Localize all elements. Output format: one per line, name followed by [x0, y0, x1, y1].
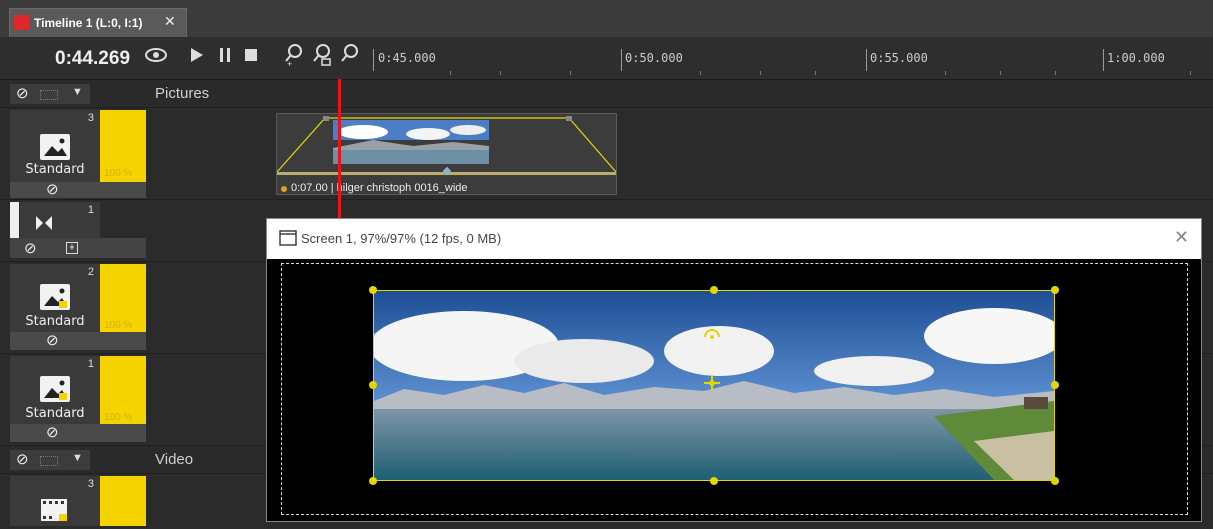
screen-titlebar[interactable]: Screen 1, 97%/97% (12 fps, 0 MB) ✕: [267, 219, 1201, 259]
picture-track-icon: [40, 376, 70, 402]
group-label: Pictures: [155, 85, 210, 102]
window-icon: [279, 230, 297, 251]
mute-icon[interactable]: ⊘: [46, 331, 59, 349]
ruler-label: 1:00.000: [1107, 51, 1165, 65]
track-header[interactable]: 3 Standard: [10, 110, 100, 182]
ruler-tick: [866, 49, 867, 71]
opacity-percent: 100 %: [104, 320, 133, 331]
track-header[interactable]: 2 Standard: [10, 264, 100, 332]
tab-title: Timeline 1 (L:0, I:1): [34, 16, 143, 30]
resize-handle-bottom-right[interactable]: [1051, 477, 1059, 485]
screen-preview-window: Screen 1, 97%/97% (12 fps, 0 MB) ✕: [266, 218, 1202, 522]
opacity-percent: 100 %: [104, 168, 133, 179]
rotate-handle-icon[interactable]: [703, 327, 721, 346]
ruler-minor-tick: [450, 71, 451, 75]
screen-title: Screen 1, 97%/97% (12 fps, 0 MB): [301, 231, 502, 246]
lock-icon[interactable]: [40, 90, 58, 100]
collapse-chevron-icon[interactable]: ▼: [72, 86, 83, 98]
svg-text:+: +: [287, 59, 292, 67]
opacity-bar[interactable]: 100 %: [100, 110, 146, 182]
track-header[interactable]: 1: [20, 202, 100, 238]
ruler-minor-tick: [1000, 71, 1001, 75]
pause-icon[interactable]: [219, 47, 231, 69]
opacity-bar[interactable]: 100 %: [100, 356, 146, 424]
lock-icon[interactable]: [40, 456, 58, 466]
tab-bar: Timeline 1 (L:0, I:1) ✕: [0, 0, 1213, 37]
collapse-chevron-icon[interactable]: ▼: [72, 452, 83, 464]
pictures-group-header: ⊘ ▼ Pictures: [0, 80, 1213, 108]
mute-icon[interactable]: ⊘: [16, 84, 29, 102]
resize-handle-top-left[interactable]: [369, 286, 377, 294]
track-header[interactable]: 1 Standard: [10, 356, 100, 424]
picture-clip[interactable]: 0:07.00 | hilger christoph 0016_wide: [276, 113, 617, 195]
ruler-minor-tick: [945, 71, 946, 75]
group-label: Video: [155, 451, 194, 468]
ruler-minor-tick: [500, 71, 501, 75]
track-header[interactable]: 3: [10, 476, 100, 526]
resize-handle-bottom[interactable]: [710, 477, 718, 485]
resize-handle-left[interactable]: [369, 381, 377, 389]
mute-icon[interactable]: ⊘: [46, 423, 59, 441]
move-handle-icon[interactable]: [703, 374, 721, 397]
ruler-tick: [621, 49, 622, 71]
picture-track-icon: [40, 284, 70, 310]
resize-handle-top[interactable]: [710, 286, 718, 294]
mute-icon[interactable]: ⊘: [24, 239, 37, 257]
current-time: 0:44.269: [55, 48, 131, 69]
close-icon[interactable]: ✕: [1174, 227, 1189, 248]
track-number: 1: [87, 204, 94, 216]
zoom-in-icon[interactable]: +: [284, 43, 304, 73]
resize-handle-bottom-left[interactable]: [369, 477, 377, 485]
track-footer: ⊘: [10, 332, 146, 350]
zoom-out-icon[interactable]: [340, 43, 360, 73]
track-number: 3: [87, 478, 94, 490]
track-number: 2: [87, 266, 94, 278]
ruler-label: 0:50.000: [625, 51, 683, 65]
group-controls: ⊘ ▼: [10, 84, 90, 104]
ruler-minor-tick: [760, 71, 761, 75]
zoom-fit-icon[interactable]: [312, 43, 332, 73]
picture-track-icon: [40, 134, 70, 160]
ruler-tick: [373, 49, 374, 71]
ruler-label: 0:55.000: [870, 51, 928, 65]
mute-icon[interactable]: ⊘: [16, 450, 29, 468]
ruler-minor-tick: [1055, 71, 1056, 75]
tab-color-marker: [14, 15, 29, 30]
mute-icon[interactable]: ⊘: [46, 180, 59, 198]
ruler-label: 0:45.000: [378, 51, 436, 65]
resize-handle-top-right[interactable]: [1051, 286, 1059, 294]
ruler-tick: [1103, 49, 1104, 71]
opacity-percent: 100 %: [104, 412, 133, 423]
clip-status-dot: [281, 186, 287, 192]
transition-icon: [36, 216, 52, 235]
timeline-tab[interactable]: Timeline 1 (L:0, I:1) ✕: [9, 8, 187, 37]
track-footer: ⊘: [10, 180, 146, 198]
track-footer: ⊘ ǂ: [10, 238, 146, 258]
ruler-minor-tick: [700, 71, 701, 75]
stop-icon[interactable]: [244, 47, 258, 69]
clip-label: 0:07.00 | hilger christoph 0016_wide: [291, 182, 468, 194]
track-number: 1: [87, 358, 94, 370]
track-selector[interactable]: [10, 202, 19, 238]
ruler-minor-tick: [570, 71, 571, 75]
tab-close-icon[interactable]: ✕: [164, 13, 176, 30]
track-label: Standard: [25, 406, 85, 421]
playhead[interactable]: [338, 79, 341, 218]
resize-handle-right[interactable]: [1051, 381, 1059, 389]
eye-icon[interactable]: [144, 45, 168, 71]
opacity-bar[interactable]: [100, 476, 146, 526]
track-footer: ⊘: [10, 424, 146, 442]
track-number: 3: [87, 112, 94, 124]
opacity-bar[interactable]: 100 %: [100, 264, 146, 332]
video-track-icon: [40, 496, 70, 529]
play-icon[interactable]: [190, 47, 204, 69]
track-label: Standard: [25, 162, 85, 177]
time-ruler[interactable]: 0:45.000 0:50.000 0:55.000 1:00.000: [370, 37, 1213, 79]
ruler-minor-tick: [815, 71, 816, 75]
clip-thumbnail: [333, 120, 489, 164]
ruler-minor-tick: [1190, 71, 1191, 75]
marker-icon[interactable]: ǂ: [66, 242, 78, 254]
group-controls: ⊘ ▼: [10, 450, 90, 470]
track-label: Standard: [25, 314, 85, 329]
